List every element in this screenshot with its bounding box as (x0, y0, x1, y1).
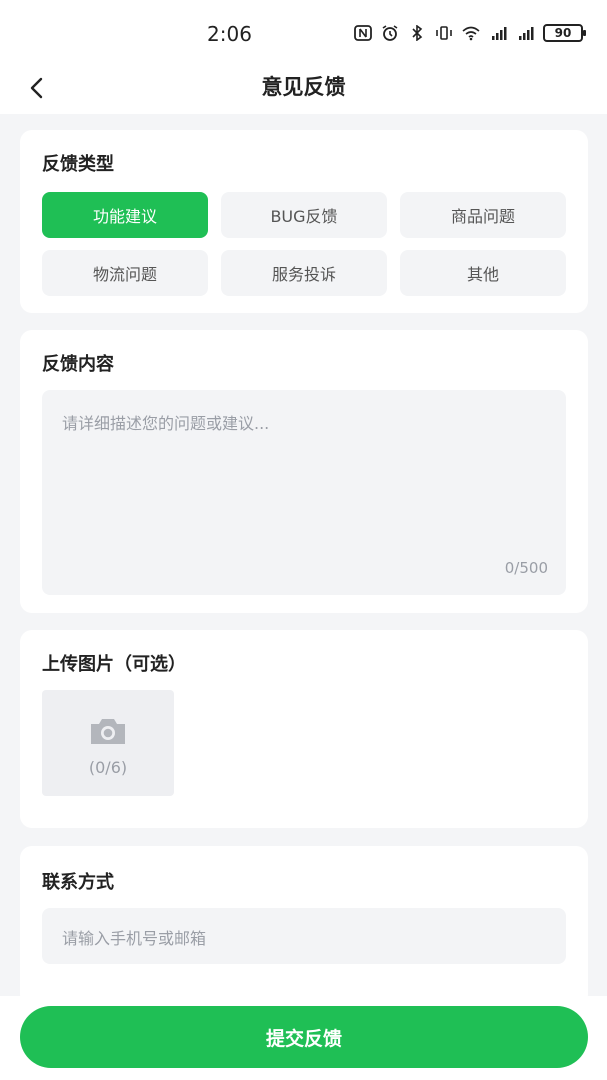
upload-images-card: 上传图片（可选） (0/6) (20, 630, 588, 828)
status-icons: 90 (354, 22, 586, 44)
feedback-type-card: 反馈类型 功能建议 BUG反馈 商品问题 物流问题 服务投诉 其他 (20, 130, 588, 313)
contact-placeholder: 请输入手机号或邮箱 (62, 929, 207, 948)
page-title: 意见反馈 (261, 75, 346, 99)
bluetooth-icon (408, 25, 426, 41)
nav-bar: 意见反馈 (0, 64, 607, 114)
bottom-bar: 提交反馈 (0, 996, 607, 1080)
status-time: 2:06 (207, 22, 252, 46)
type-option-product-issue[interactable]: 商品问题 (400, 192, 566, 238)
camera-icon (91, 719, 125, 744)
contact-input[interactable]: 请输入手机号或邮箱 (42, 908, 566, 964)
submit-feedback-button[interactable]: 提交反馈 (20, 1006, 588, 1068)
feedback-content-card: 反馈内容 请详细描述您的问题或建议... 0/500 (20, 330, 588, 613)
wifi-icon (462, 25, 480, 41)
type-option-logistics-issue[interactable]: 物流问题 (42, 250, 208, 296)
upload-image-button[interactable]: (0/6) (42, 690, 174, 796)
signal-4g-icon (489, 25, 507, 41)
type-option-other[interactable]: 其他 (400, 250, 566, 296)
feedback-content-title: 反馈内容 (42, 354, 114, 375)
type-option-bug-report[interactable]: BUG反馈 (221, 192, 387, 238)
feedback-page: 2:06 90 意见反馈 反馈类型 功能建议 BUG反馈 商品问题 物流问题 服… (0, 0, 607, 1080)
signal-4g-icon (516, 25, 534, 41)
feedback-content-textarea[interactable]: 请详细描述您的问题或建议... 0/500 (42, 390, 566, 595)
upload-counter: (0/6) (88, 758, 128, 777)
type-option-feature-suggestion[interactable]: 功能建议 (42, 192, 208, 238)
status-bar: 2:06 90 (0, 0, 607, 64)
upload-images-title: 上传图片（可选） (42, 654, 186, 675)
alarm-icon (381, 25, 399, 41)
nfc-icon (354, 25, 372, 41)
textarea-placeholder: 请详细描述您的问题或建议... (62, 414, 270, 433)
feedback-type-title: 反馈类型 (42, 154, 114, 175)
battery-indicator: 90 (543, 24, 586, 42)
contact-title: 联系方式 (42, 872, 114, 893)
type-option-service-complaint[interactable]: 服务投诉 (221, 250, 387, 296)
vibrate-icon (435, 25, 453, 41)
contact-card: 联系方式 请输入手机号或邮箱 (20, 846, 588, 1006)
char-counter: 0/500 (504, 559, 548, 577)
feedback-type-options: 功能建议 BUG反馈 商品问题 物流问题 服务投诉 其他 (42, 192, 566, 296)
